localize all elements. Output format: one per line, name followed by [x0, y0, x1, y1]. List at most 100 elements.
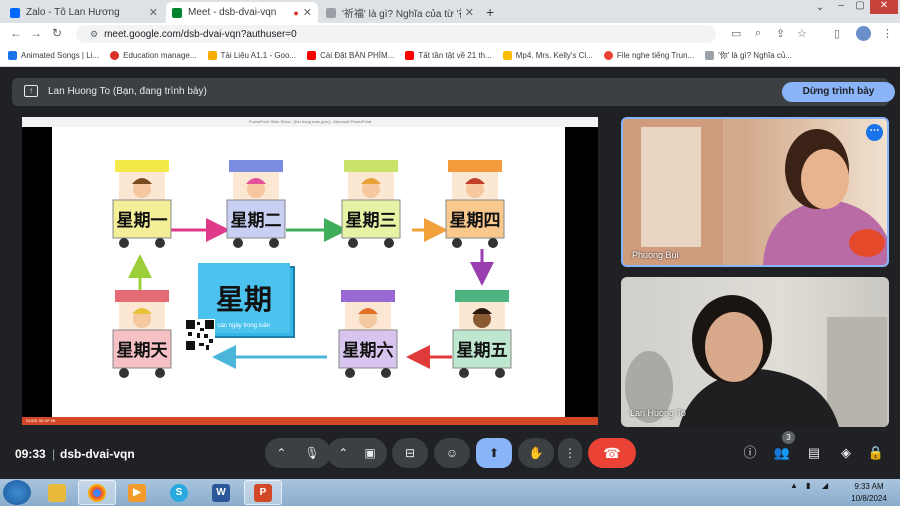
bookmark-item[interactable]: '你' là gì? Nghĩa củ...	[705, 50, 792, 61]
day-label-saturday: 星期六	[343, 340, 394, 360]
bookmark-favicon-icon	[8, 51, 17, 60]
recording-icon: ●	[293, 7, 299, 18]
leave-call-button[interactable]: ☎	[588, 438, 636, 468]
close-icon[interactable]: ✕	[465, 6, 474, 19]
side-panel-icon[interactable]: ▯	[834, 27, 840, 40]
tab-zalo[interactable]: Zalo - Tô Lan Hương ✕	[4, 2, 164, 23]
site-info-icon[interactable]: ⚙	[90, 29, 98, 39]
meeting-code: dsb-dvai-vqn	[60, 447, 135, 461]
profile-avatar[interactable]	[856, 26, 871, 41]
bookmark-label: File nghe tiếng Trun...	[616, 51, 695, 60]
day-cart-friday: 星期五	[452, 290, 512, 378]
bookmark-favicon-icon	[502, 51, 512, 60]
mic-control-group: ⌃ 🎙	[265, 438, 331, 468]
tab-title: Meet - dsb-dvai-vqn	[188, 7, 277, 18]
bookmark-item[interactable]: Mp4. Mrs. Kelly's Cl...	[502, 51, 593, 60]
windows-taskbar: ▶ S W P ▲ ▮ ◢	[0, 479, 900, 506]
present-now-button[interactable]: ⬆	[476, 438, 512, 468]
close-icon[interactable]: ✕	[303, 6, 312, 19]
participant-tile-lan-huong[interactable]: Lan Huong To	[621, 277, 889, 427]
qr-code	[185, 319, 215, 351]
cast-icon[interactable]: ▭	[731, 27, 741, 40]
window-close-icon[interactable]: ✕	[870, 0, 898, 14]
raise-hand-button[interactable]: ✋	[518, 438, 554, 468]
back-icon[interactable]: ←	[10, 26, 22, 40]
participants-count-badge: 3	[782, 431, 795, 444]
mic-options-chevron-icon[interactable]: ⌃	[276, 446, 286, 460]
taskbar-media-player[interactable]: ▶	[118, 480, 156, 505]
taskbar-powerpoint[interactable]: P	[244, 480, 282, 505]
start-button[interactable]	[3, 480, 31, 505]
maximize-icon[interactable]: ▢	[851, 0, 869, 14]
forward-icon[interactable]: →	[30, 26, 42, 40]
bookmark-item[interactable]: Education manage...	[110, 51, 197, 60]
presentation-view: PowerPoint Slide Show - [thu trong tuan.…	[22, 117, 598, 425]
meeting-clock: 09:33	[15, 447, 46, 461]
taskbar-date[interactable]: 10/8/2024	[848, 494, 890, 503]
day-label-sunday: 星期天	[117, 341, 169, 360]
day-label-tuesday: 星期二	[231, 211, 282, 230]
captions-icon: ⊟	[404, 446, 416, 460]
taskbar-word[interactable]: W	[202, 480, 240, 505]
bookmark-label: '你' là gì? Nghĩa củ...	[718, 51, 792, 60]
network-icon[interactable]: ▮	[806, 481, 810, 490]
bookmark-star-icon[interactable]: ☆	[797, 27, 807, 40]
tray-expand-icon[interactable]: ▲	[790, 481, 798, 490]
activities-icon[interactable]: ◈	[836, 444, 856, 464]
more-options-icon[interactable]: ⋯	[866, 124, 883, 141]
word-icon: W	[212, 483, 230, 502]
day-label-monday: 星期一	[117, 211, 168, 230]
emoji-button[interactable]: ☺	[434, 438, 470, 468]
participant-name: Lan Huong To	[630, 408, 686, 418]
microphone-icon[interactable]: 🎙	[304, 446, 319, 460]
day-cart-monday: 星期一	[112, 160, 172, 248]
taskbar-explorer[interactable]	[38, 480, 76, 505]
hang-up-icon: ☎	[603, 444, 621, 461]
chat-icon[interactable]: ▤	[804, 444, 824, 464]
captions-button[interactable]: ⊟	[392, 438, 428, 468]
bookmark-item[interactable]: Cài Đặt BÀN PHÍM...	[307, 51, 394, 60]
dictionary-icon	[326, 7, 336, 18]
day-label-wednesday: 星期三	[346, 211, 397, 230]
people-icon[interactable]: 👥	[772, 444, 792, 464]
share-icon[interactable]: ⇪	[776, 27, 785, 40]
tab-dictionary[interactable]: '祈福' là gì? Nghĩa của từ '祈福' ✕	[320, 2, 480, 23]
week-days-diagram: 星期一 星期二 星期三 星期四 星期五 星期六 星期天 星期 các ngày …	[112, 160, 512, 378]
present-screen-icon: ↑	[24, 85, 38, 97]
taskbar-skype[interactable]: S	[160, 480, 198, 505]
bookmarks-bar: Animated Songs | Li... Education manage.…	[0, 45, 900, 67]
bookmark-label: Cài Đặt BÀN PHÍM...	[320, 51, 395, 60]
emoji-icon: ☺	[445, 446, 459, 460]
camera-icon[interactable]: ▣	[364, 446, 375, 460]
taskbar-time[interactable]: 9:33 AM	[848, 482, 890, 491]
taskbar-chrome[interactable]	[78, 480, 116, 505]
bookmark-item[interactable]: File nghe tiếng Trun...	[603, 51, 695, 60]
day-cart-wednesday: 星期三	[341, 160, 401, 248]
zoom-icon[interactable]: ⌕	[755, 27, 761, 40]
bookmark-label: Animated Songs | Li...	[21, 51, 100, 60]
stop-presenting-button[interactable]: Dừng trình bày	[782, 82, 895, 102]
url-field[interactable]: ⚙ meet.google.com/dsb-dvai-vqn?authuser=0	[76, 25, 716, 43]
host-controls-icon[interactable]: 🔒	[866, 444, 886, 464]
minimize-icon[interactable]: –	[832, 0, 850, 14]
powerpoint-icon: P	[254, 483, 272, 502]
bookmark-item[interactable]: Tài Liệu A1.1 - Goo...	[207, 51, 296, 60]
more-options-button[interactable]: ⋮	[558, 438, 582, 468]
close-icon[interactable]: ✕	[149, 6, 158, 19]
meeting-info-icon[interactable]: ⓘ	[740, 444, 760, 464]
reload-icon[interactable]: ↻	[52, 26, 62, 40]
slideshow-status-bar: SLIDE 35 OF 56	[22, 417, 598, 425]
volume-icon[interactable]: ◢	[822, 481, 828, 490]
bookmark-label: Education manage...	[123, 51, 197, 60]
menu-icon[interactable]: ⋮	[882, 27, 893, 40]
participant-tile-phuong[interactable]: Phuong Bui	[621, 117, 889, 267]
tab-meet[interactable]: Meet - dsb-dvai-vqn ● ✕	[166, 2, 318, 23]
camera-options-chevron-icon[interactable]: ⌃	[338, 446, 348, 460]
slideshow-title-bar: PowerPoint Slide Show - [thu trong tuan.…	[22, 117, 598, 127]
tab-search-icon[interactable]: ⌄	[812, 2, 828, 16]
bookmark-label: Tất tần tật về 21 th...	[418, 51, 492, 60]
bookmark-item[interactable]: Tất tần tật về 21 th...	[405, 51, 492, 60]
new-tab-icon[interactable]: +	[486, 4, 494, 20]
bookmark-favicon-icon	[705, 51, 715, 60]
bookmark-item[interactable]: Animated Songs | Li...	[8, 51, 99, 60]
